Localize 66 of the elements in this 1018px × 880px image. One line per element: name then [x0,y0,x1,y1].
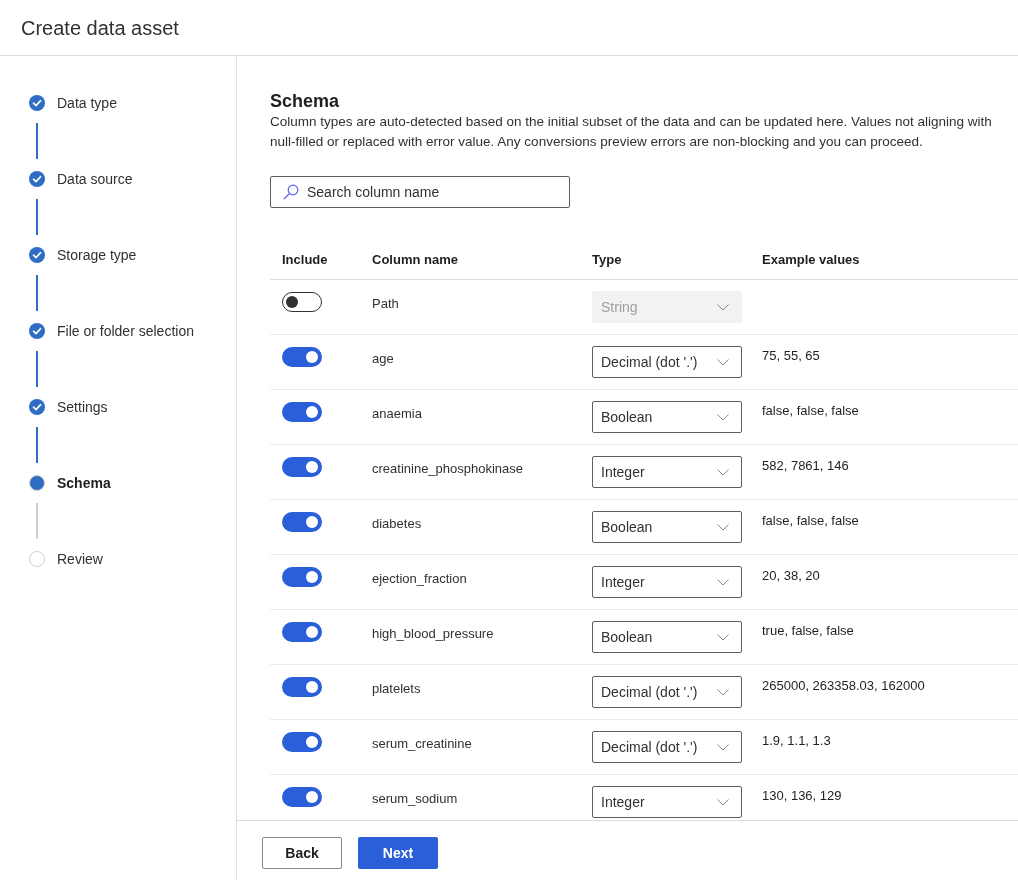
example-values: 582, 7861, 146 [762,457,849,475]
chevron-down-icon [717,578,729,586]
back-button[interactable]: Back [262,837,342,869]
include-toggle[interactable] [282,292,322,312]
include-toggle[interactable] [282,347,322,367]
example-values: false, false, false [762,512,859,530]
step-label[interactable]: Settings [57,396,108,418]
example-values: 130, 136, 129 [762,787,842,805]
chevron-down-icon [717,523,729,531]
chevron-down-icon [717,358,729,366]
chevron-down-icon [717,303,729,311]
type-dropdown[interactable]: Decimal (dot '.') [592,676,742,708]
step-label[interactable]: Data source [57,168,133,190]
type-dropdown[interactable]: Integer [592,456,742,488]
column-name: diabetes [372,516,422,531]
chevron-down-icon [717,743,729,751]
include-toggle[interactable] [282,457,322,477]
example-values: 265000, 263358.03, 162000 [762,677,925,695]
column-name: high_blood_pressure [372,626,494,641]
next-button[interactable]: Next [358,837,438,869]
page-title: Create data asset [21,15,179,41]
chevron-down-icon [717,688,729,696]
column-name: age [372,351,394,366]
include-toggle[interactable] [282,732,322,752]
section-heading: Schema [270,90,341,112]
chevron-down-icon [717,413,729,421]
column-name: serum_sodium [372,791,458,806]
chevron-down-icon [717,798,729,806]
type-dropdown[interactable]: Boolean [592,401,742,433]
type-dropdown[interactable]: Integer [592,786,742,818]
type-dropdown[interactable]: Boolean [592,621,742,653]
column-header: Column name [372,250,459,269]
column-header: Type [592,250,623,269]
step-label[interactable]: Schema [57,472,111,494]
chevron-down-icon [717,633,729,641]
chevron-down-icon [717,468,729,476]
example-values: true, false, false [762,622,854,640]
example-values: false, false, false [762,402,859,420]
column-name: ejection_fraction [372,571,467,586]
type-dropdown[interactable]: Decimal (dot '.') [592,731,742,763]
column-name: Path [372,296,399,311]
search-field[interactable]: Search column name [270,176,570,208]
include-toggle[interactable] [282,677,322,697]
include-toggle[interactable] [282,512,322,532]
column-name: platelets [372,681,421,696]
column-name: serum_creatinine [372,736,472,751]
step-label[interactable]: File or folder selection [57,320,194,342]
include-toggle[interactable] [282,622,322,642]
step-label[interactable]: Review [57,548,103,570]
example-values: 1.9, 1.1, 1.3 [762,732,831,750]
type-dropdown[interactable]: Integer [592,566,742,598]
schema-description: Column types are auto-detected based on the initial subset of the data and can be updated here. Values not aligning with null-filled or replaced with error value. Any conversions preview errors are non-blocking and you can proceed. [270,113,993,151]
step-label[interactable]: Data type [57,92,117,114]
type-dropdown[interactable]: Boolean [592,511,742,543]
example-values: 20, 38, 20 [762,567,820,585]
column-name: anaemia [372,406,422,421]
example-values: 75, 55, 65 [762,347,820,365]
column-header: Include [282,250,329,269]
include-toggle[interactable] [282,567,322,587]
search-icon [283,184,299,200]
include-toggle[interactable] [282,402,322,422]
column-name: creatinine_phosphokinase [372,461,524,476]
column-header: Example values [762,250,861,269]
step-label[interactable]: Storage type [57,244,137,266]
include-toggle[interactable] [282,787,322,807]
type-dropdown[interactable]: Decimal (dot '.') [592,346,742,378]
